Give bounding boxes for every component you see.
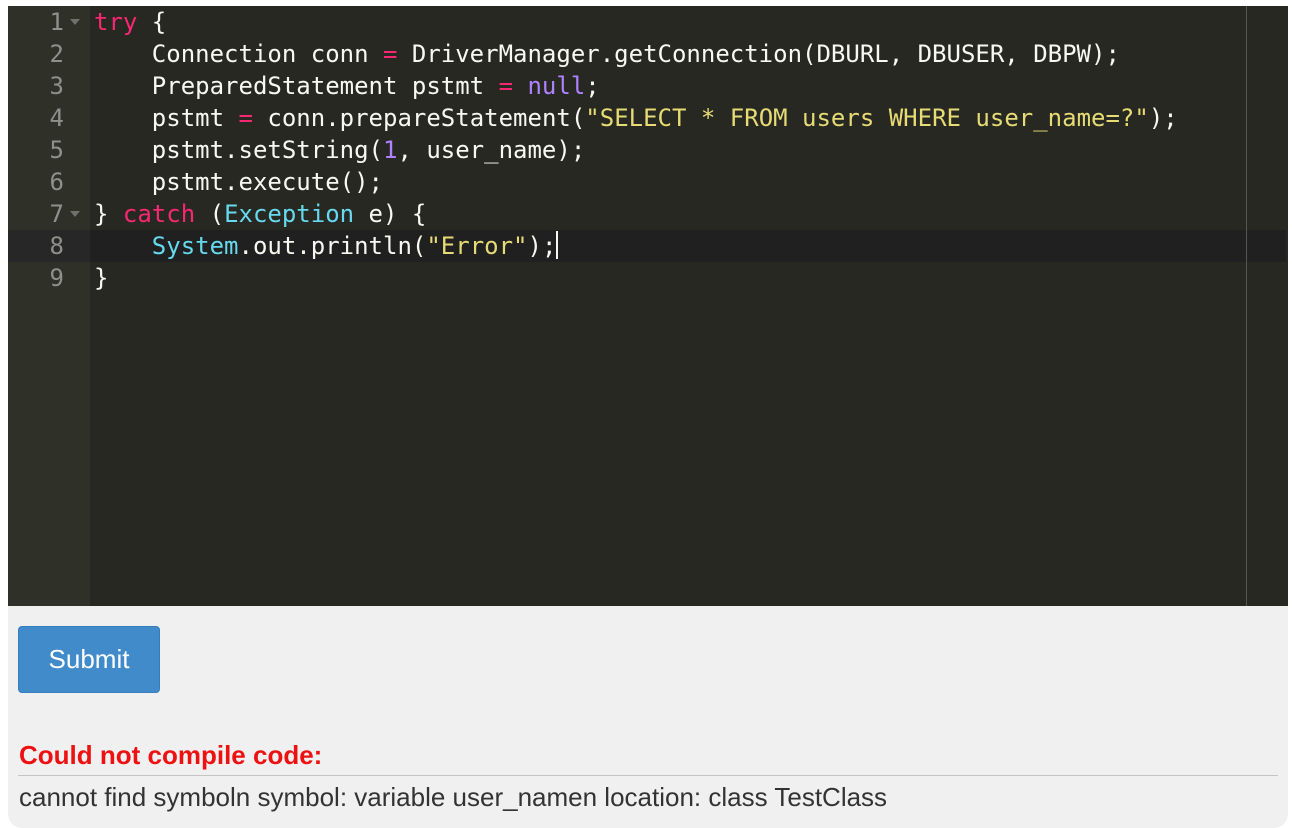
code-token: , user_name); bbox=[397, 136, 586, 164]
exercise-panel: 1 try {2 Connection conn = DriverManager.… bbox=[8, 6, 1288, 828]
code-text: PreparedStatement pstmt = null; bbox=[94, 70, 600, 102]
code-token: PreparedStatement pstmt bbox=[94, 72, 499, 100]
code-token: ); bbox=[527, 232, 557, 260]
code-token: e) { bbox=[354, 200, 427, 228]
code-line[interactable]: 6 pstmt.execute(); bbox=[8, 166, 1286, 198]
code-token: } bbox=[94, 264, 109, 292]
code-line[interactable]: 2 Connection conn = DriverManager.getCon… bbox=[8, 38, 1286, 70]
code-token: pstmt.setString( bbox=[94, 136, 383, 164]
code-line[interactable]: 1 try { bbox=[8, 6, 1286, 38]
line-number: 1 bbox=[49, 8, 64, 36]
code-line[interactable]: 4 pstmt = conn.prepareStatement("SELECT … bbox=[8, 102, 1286, 134]
code-token: ; bbox=[585, 72, 600, 100]
code-token: Exception bbox=[224, 200, 355, 228]
code-editor[interactable]: 1 try {2 Connection conn = DriverManager.… bbox=[8, 6, 1288, 606]
code-line[interactable]: 7} catch (Exception e) { bbox=[8, 198, 1286, 230]
code-text: try { bbox=[94, 6, 166, 38]
line-number: 2 bbox=[49, 40, 64, 68]
line-number: 3 bbox=[49, 72, 64, 100]
code-token: pstmt.execute(); bbox=[94, 168, 383, 196]
code-token: System bbox=[151, 232, 239, 260]
error-divider bbox=[18, 775, 1278, 776]
code-token: = bbox=[382, 40, 398, 68]
code-token: = bbox=[238, 104, 253, 132]
line-number: 4 bbox=[49, 104, 64, 132]
code-text: pstmt = conn.prepareStatement("SELECT * … bbox=[94, 102, 1178, 134]
code-token: Connection conn bbox=[94, 40, 383, 68]
line-number: 7 bbox=[49, 200, 64, 228]
submit-button[interactable]: Submit bbox=[18, 626, 160, 693]
line-number: 9 bbox=[49, 264, 64, 292]
code-token: = bbox=[498, 72, 514, 100]
code-token: conn.prepareStatement( bbox=[252, 104, 586, 132]
code-text: pstmt.setString(1, user_name); bbox=[94, 134, 585, 166]
text-cursor bbox=[556, 231, 559, 259]
code-token: "Error" bbox=[426, 232, 528, 260]
code-token: 1 bbox=[382, 136, 398, 164]
code-token: DriverManager.getConnection(DBURL, DBUSE… bbox=[397, 40, 1120, 68]
code-text: pstmt.execute(); bbox=[94, 166, 383, 198]
code-text: Connection conn = DriverManager.getConne… bbox=[94, 38, 1120, 70]
code-text: } catch (Exception e) { bbox=[94, 198, 426, 230]
line-number: 6 bbox=[49, 168, 64, 196]
code-line[interactable]: 5 pstmt.setString(1, user_name); bbox=[8, 134, 1286, 166]
error-title: Could not compile code: bbox=[19, 740, 323, 770]
code-token: .out.println( bbox=[238, 232, 427, 260]
code-line[interactable]: 3 PreparedStatement pstmt = null; bbox=[8, 70, 1286, 102]
line-number: 8 bbox=[49, 232, 64, 260]
code-token: } bbox=[94, 200, 123, 228]
code-token: "SELECT * FROM users WHERE user_name=?" bbox=[585, 104, 1149, 132]
code-text: } bbox=[94, 262, 108, 294]
code-token: pstmt bbox=[94, 104, 239, 132]
code-token: null bbox=[527, 72, 586, 100]
code-token: ); bbox=[1148, 104, 1178, 132]
code-token: catch bbox=[122, 200, 196, 228]
code-token: try bbox=[94, 8, 138, 36]
code-token: ( bbox=[195, 200, 225, 228]
fold-arrow-icon[interactable] bbox=[70, 19, 80, 25]
fold-arrow-icon[interactable] bbox=[70, 211, 80, 217]
code-text: System.out.println("Error"); bbox=[94, 230, 559, 262]
error-message: cannot find symboln symbol: variable use… bbox=[19, 782, 888, 812]
code-line[interactable]: 9} bbox=[8, 262, 1286, 294]
code-token: { bbox=[137, 8, 167, 36]
line-number: 5 bbox=[49, 136, 64, 164]
code-line[interactable]: 8 System.out.println("Error"); bbox=[8, 230, 1286, 262]
